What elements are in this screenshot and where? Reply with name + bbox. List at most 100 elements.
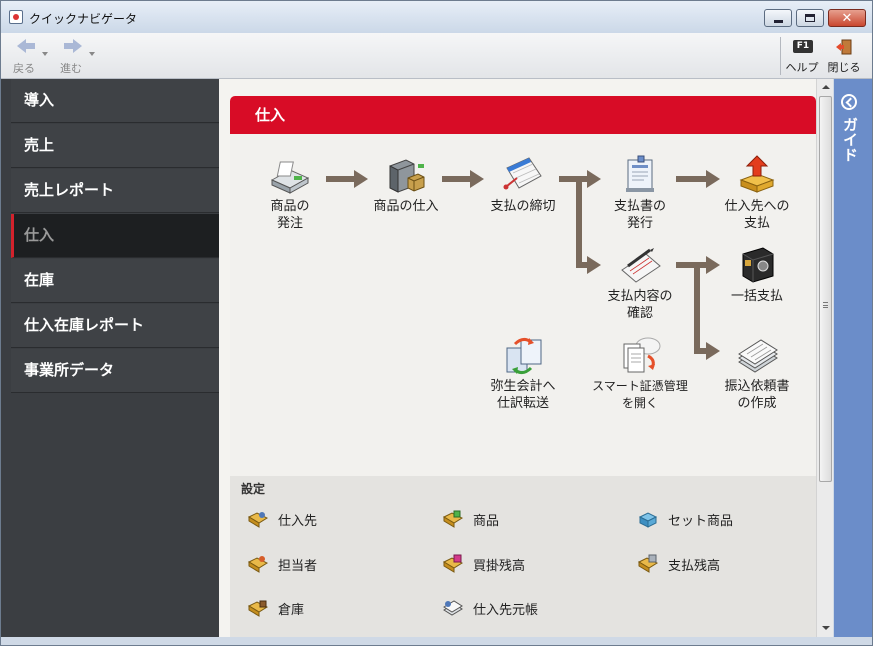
settings-panel: 設定 仕入先 商品 セット商品 担当者 買掛残高 支払残高 倉庫 仕入先元帳 — [230, 476, 816, 637]
back-button[interactable]: 戻る — [11, 36, 49, 76]
flow-label-confirm-line2: 確認 — [626, 306, 653, 321]
setting-staff[interactable]: 担当者 — [247, 553, 317, 575]
flow-label-bulk-pay: 一括支払 — [730, 289, 783, 304]
vertical-scrollbar[interactable] — [816, 79, 833, 637]
scroll-thumb[interactable] — [819, 96, 832, 482]
close-icon: ✕ — [841, 10, 853, 26]
forward-button[interactable]: 進む — [58, 36, 96, 76]
back-dropdown-icon[interactable] — [42, 52, 48, 56]
sidebar-item-sales-report[interactable]: 売上レポート — [11, 169, 219, 213]
help-button[interactable]: F1 ヘルプ — [782, 36, 822, 76]
setting-product[interactable]: 商品 — [442, 508, 499, 530]
stacked-forms-icon — [735, 334, 779, 376]
payment-box-icon — [735, 154, 779, 196]
close-label: 閉じる — [827, 61, 861, 74]
setting-product-set[interactable]: セット商品 — [637, 508, 733, 530]
flow-label-issue: 支払書の 発行 — [585, 198, 695, 232]
transfer-books-icon — [501, 334, 545, 376]
sidebar-item-purchase-inventory-report[interactable]: 仕入在庫レポート — [11, 304, 219, 348]
folder-balance-icon — [637, 554, 659, 574]
guide-label: ガイド — [841, 117, 859, 162]
main-panel: 仕入 商品の 発注 商品の仕入 支払の締切 支払書の 発行 仕入先への 支払 支… — [219, 79, 816, 637]
flow-item-cutoff[interactable]: 支払の締切 — [468, 154, 578, 215]
cloud-documents-icon — [618, 334, 662, 376]
flow-label-order-line1: 商品の — [270, 199, 310, 214]
product-set-icon — [637, 509, 659, 529]
flow-item-yayoi-transfer[interactable]: 弥生会計へ 仕訳転送 — [468, 334, 578, 412]
setting-warehouse[interactable]: 倉庫 — [247, 597, 304, 619]
flow-label-yayoi-transfer: 弥生会計へ 仕訳転送 — [468, 378, 578, 412]
delivery-truck-icon — [384, 154, 428, 196]
flow-label-stock: 商品の仕入 — [373, 199, 439, 214]
calendar-icon — [501, 154, 545, 196]
folder-warehouse-icon — [247, 598, 269, 618]
forward-dropdown-icon[interactable] — [89, 52, 95, 56]
flow-label-issue-line2: 発行 — [626, 216, 653, 231]
flow-item-confirm[interactable]: 支払内容の 確認 — [585, 244, 695, 322]
flow-label-confirm: 支払内容の 確認 — [585, 288, 695, 322]
flow-label-smart-docs: スマート証憑管理 を開く — [585, 378, 695, 412]
folder-supplier-icon — [247, 509, 269, 529]
sidebar-item-purchase[interactable]: 仕入 — [11, 214, 219, 258]
flow-item-pay-supplier[interactable]: 仕入先への 支払 — [702, 154, 812, 232]
flow-label-cutoff: 支払の締切 — [490, 199, 556, 214]
folder-product-icon — [442, 509, 464, 529]
flow-item-bulk-pay[interactable]: 一括支払 — [702, 244, 812, 305]
fax-machine-icon — [268, 154, 312, 196]
minimize-button[interactable] — [764, 9, 792, 27]
maximize-icon — [805, 14, 815, 22]
setting-supplier-label: 仕入先 — [278, 513, 318, 529]
flow-label-smart-docs-line1: スマート証憑管理 — [592, 379, 688, 393]
flow-label-transfer-request: 振込依頼書 の作成 — [702, 378, 812, 412]
notepad-pen-icon — [618, 244, 662, 286]
setting-balance[interactable]: 支払残高 — [637, 553, 720, 575]
flow-label-pay-supplier: 仕入先への 支払 — [702, 198, 812, 232]
back-arrow-icon — [17, 39, 35, 53]
flow-label-smart-docs-line2: を開く — [621, 396, 658, 410]
back-label: 戻る — [13, 62, 35, 75]
setting-supplier[interactable]: 仕入先 — [247, 508, 317, 530]
flow-item-smart-docs[interactable]: スマート証憑管理 を開く — [585, 334, 695, 412]
scroll-down-icon[interactable] — [822, 626, 830, 630]
flow-item-stock[interactable]: 商品の仕入 — [351, 154, 461, 215]
printed-document-icon — [618, 154, 662, 196]
maximize-button[interactable] — [796, 9, 824, 27]
flow-label-transfer-request-line2: の作成 — [737, 396, 777, 411]
forward-arrow-icon — [64, 39, 82, 53]
flow-item-order[interactable]: 商品の 発注 — [235, 154, 345, 232]
forward-label: 進む — [60, 62, 82, 75]
setting-warehouse-label: 倉庫 — [278, 602, 305, 618]
scroll-up-icon[interactable] — [822, 85, 830, 89]
exit-door-icon — [836, 39, 852, 55]
close-button[interactable]: 閉じる — [824, 36, 864, 76]
section-header: 仕入 — [230, 96, 816, 134]
setting-payable[interactable]: 買掛残高 — [442, 553, 525, 575]
setting-supplier-ledger[interactable]: 仕入先元帳 — [442, 597, 538, 619]
sidebar-item-sales[interactable]: 売上 — [11, 124, 219, 168]
app-icon — [9, 10, 23, 24]
flow-label-pay-supplier-line1: 仕入先への — [724, 199, 790, 214]
setting-balance-label: 支払残高 — [668, 558, 721, 574]
guide-expand-icon[interactable] — [841, 94, 857, 110]
setting-payable-label: 買掛残高 — [473, 558, 526, 574]
guide-panel[interactable]: ガイド — [834, 79, 872, 637]
grip-icon — [823, 302, 828, 308]
title-bar: クイックナビゲータ ✕ — [1, 1, 872, 33]
ledger-icon — [442, 598, 464, 618]
flow-label-order-line2: 発注 — [276, 216, 303, 231]
sidebar-item-office-data[interactable]: 事業所データ — [11, 349, 219, 393]
minimize-icon — [773, 19, 783, 23]
settings-title: 設定 — [241, 482, 266, 496]
flow-label-pay-supplier-line2: 支払 — [743, 216, 770, 231]
setting-product-set-label: セット商品 — [668, 513, 734, 529]
toolbar-separator — [780, 37, 781, 75]
sidebar-item-intro[interactable]: 導入 — [11, 79, 219, 123]
sidebar: 導入 売上 売上レポート 仕入 在庫 仕入在庫レポート 事業所データ — [1, 79, 219, 637]
window-title: クイックナビゲータ — [29, 12, 138, 26]
flow-label-yayoi-transfer-line1: 弥生会計へ — [490, 379, 556, 394]
sidebar-item-inventory[interactable]: 在庫 — [11, 259, 219, 303]
flow-item-transfer-request[interactable]: 振込依頼書 の作成 — [702, 334, 812, 412]
close-window-button[interactable]: ✕ — [828, 9, 866, 27]
setting-supplier-ledger-label: 仕入先元帳 — [473, 602, 539, 618]
flow-item-issue[interactable]: 支払書の 発行 — [585, 154, 695, 232]
